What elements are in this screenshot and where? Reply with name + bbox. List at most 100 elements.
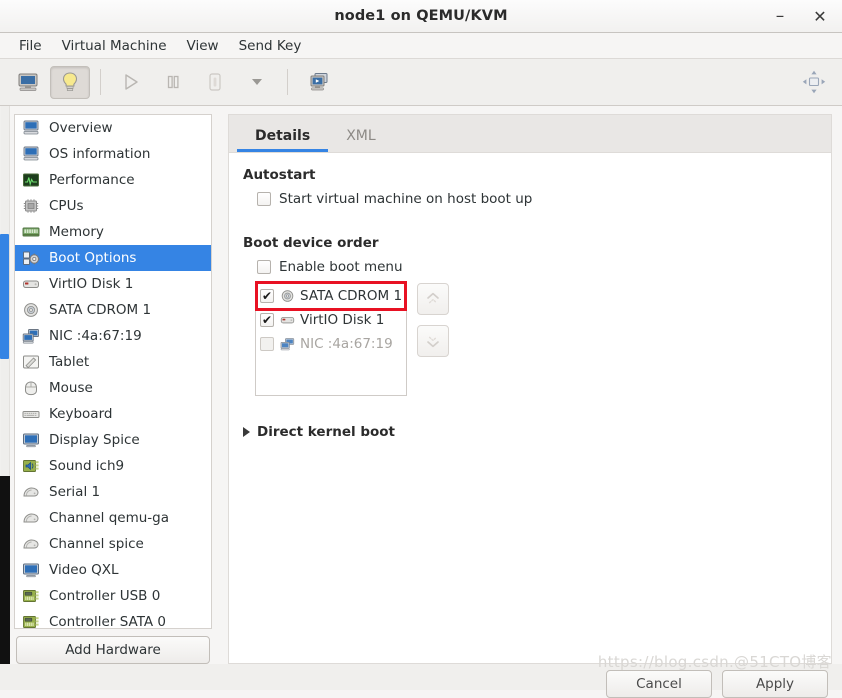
sidebar-item-video-qxl[interactable]: Video QXL xyxy=(15,557,211,583)
toolbar-separator-2 xyxy=(287,69,288,95)
sidebar-item-boot-options[interactable]: Boot Options xyxy=(15,245,211,271)
console-view-button[interactable] xyxy=(8,66,48,99)
menu-send-key[interactable]: Send Key xyxy=(230,35,311,57)
disclosure-triangle-icon[interactable] xyxy=(243,427,250,437)
cdrom-disc-icon xyxy=(279,288,295,304)
sidebar-item-memory[interactable]: Memory xyxy=(15,219,211,245)
fullscreen-expand-icon xyxy=(801,69,827,95)
boot-device-label: VirtIO Disk 1 xyxy=(300,312,385,328)
sidebar-item-label: Sound ich9 xyxy=(49,458,125,474)
minimize-button[interactable]: – xyxy=(770,6,790,26)
enable-boot-menu-row[interactable]: Enable boot menu xyxy=(257,259,817,275)
title-bar: node1 on QEMU/KVM – ✕ xyxy=(0,0,842,33)
autostart-checkbox-row[interactable]: Start virtual machine on host boot up xyxy=(257,191,817,207)
pause-icon xyxy=(164,73,182,91)
mouse-icon xyxy=(21,379,41,397)
sidebar-item-label: CPUs xyxy=(49,198,84,214)
boot-device-row[interactable]: NIC :4a:67:19 xyxy=(258,332,404,356)
network-card-icon xyxy=(279,336,295,352)
sidebar-item-tablet[interactable]: Tablet xyxy=(15,349,211,375)
move-device-up-button[interactable] xyxy=(417,283,449,315)
close-button[interactable]: ✕ xyxy=(810,6,830,26)
sidebar-item-virtio-disk-1[interactable]: VirtIO Disk 1 xyxy=(15,271,211,297)
sidebar-item-display-spice[interactable]: Display Spice xyxy=(15,427,211,453)
main-panel: Details XML Autostart Start virtual mach… xyxy=(218,106,842,664)
sidebar-item-channel-qemu-ga[interactable]: Channel qemu-ga xyxy=(15,505,211,531)
fullscreen-button[interactable] xyxy=(794,66,834,99)
tab-xml[interactable]: XML xyxy=(328,122,393,152)
move-device-down-button[interactable] xyxy=(417,325,449,357)
sidebar-item-label: Memory xyxy=(49,224,104,240)
hardware-sidebar: Overview OS information Performance CPUs Mem… xyxy=(10,106,218,664)
boot-device-list[interactable]: SATA CDROM 1 VirtIO Disk 1 NIC :4a:67:19 xyxy=(255,281,407,396)
tab-details[interactable]: Details xyxy=(237,122,329,152)
boot-device-label: NIC :4a:67:19 xyxy=(300,336,393,352)
chevron-down-double-icon xyxy=(424,332,442,350)
sidebar-item-label: Overview xyxy=(49,120,113,136)
footer-action-bar: Cancel Apply xyxy=(0,664,842,698)
sidebar-item-controller-usb-0[interactable]: Controller USB 0 xyxy=(15,583,211,609)
harddisk-icon xyxy=(21,275,41,293)
cancel-button[interactable]: Cancel xyxy=(606,670,712,698)
left-scrollbar[interactable] xyxy=(0,106,10,664)
autostart-checkbox[interactable] xyxy=(257,192,271,206)
boot-device-checkbox[interactable] xyxy=(260,289,274,303)
boot-order-arrow-column xyxy=(417,281,449,357)
harddisk-icon xyxy=(279,312,295,328)
performance-graph-icon xyxy=(21,171,41,189)
menu-virtual-machine[interactable]: Virtual Machine xyxy=(53,35,176,57)
boot-device-checkbox[interactable] xyxy=(260,337,274,351)
direct-kernel-boot-row[interactable]: Direct kernel boot xyxy=(243,424,817,440)
scrollbar-thumb[interactable] xyxy=(0,234,9,359)
enable-boot-menu-label: Enable boot menu xyxy=(279,259,403,275)
serial-port-icon xyxy=(21,509,41,527)
pause-button[interactable] xyxy=(153,66,193,99)
chevron-up-double-icon xyxy=(424,290,442,308)
boot-device-checkbox[interactable] xyxy=(260,313,274,327)
add-hardware-wrap: Add Hardware xyxy=(14,629,212,664)
enable-boot-menu-checkbox[interactable] xyxy=(257,260,271,274)
tab-strip: Details XML xyxy=(228,114,832,152)
run-button[interactable] xyxy=(111,66,151,99)
sidebar-item-keyboard[interactable]: Keyboard xyxy=(15,401,211,427)
menu-file[interactable]: File xyxy=(10,35,51,57)
apply-button[interactable]: Apply xyxy=(722,670,828,698)
menu-view[interactable]: View xyxy=(178,35,228,57)
sidebar-item-overview[interactable]: Overview xyxy=(15,115,211,141)
sidebar-item-sound-ich9[interactable]: Sound ich9 xyxy=(15,453,211,479)
sidebar-item-label: Channel spice xyxy=(49,536,144,552)
shutdown-button[interactable] xyxy=(195,66,235,99)
console-monitor-icon xyxy=(17,72,39,92)
sidebar-item-serial-1[interactable]: Serial 1 xyxy=(15,479,211,505)
lightbulb-details-icon xyxy=(60,71,80,93)
sidebar-item-channel-spice[interactable]: Channel spice xyxy=(15,531,211,557)
direct-kernel-boot-label: Direct kernel boot xyxy=(257,424,395,440)
left-dark-strip xyxy=(0,476,10,664)
sidebar-item-sata-cdrom-1[interactable]: SATA CDROM 1 xyxy=(15,297,211,323)
boot-device-label: SATA CDROM 1 xyxy=(300,288,403,304)
sidebar-item-label: OS information xyxy=(49,146,151,162)
boot-device-row[interactable]: VirtIO Disk 1 xyxy=(258,308,404,332)
sidebar-item-cpus[interactable]: CPUs xyxy=(15,193,211,219)
add-hardware-button[interactable]: Add Hardware xyxy=(16,636,210,664)
sidebar-item-controller-sata-0[interactable]: Controller SATA 0 xyxy=(15,609,211,628)
hardware-list[interactable]: Overview OS information Performance CPUs Mem… xyxy=(14,114,212,629)
display-monitor-icon xyxy=(21,561,41,579)
sidebar-item-mouse[interactable]: Mouse xyxy=(15,375,211,401)
sidebar-item-performance[interactable]: Performance xyxy=(15,167,211,193)
shutdown-menu-button[interactable] xyxy=(237,66,277,99)
network-card-icon xyxy=(21,327,41,345)
sidebar-item-label: Controller USB 0 xyxy=(49,588,161,604)
autostart-checkbox-label: Start virtual machine on host boot up xyxy=(279,191,533,207)
boot-device-row[interactable]: SATA CDROM 1 xyxy=(255,281,407,311)
snapshots-icon xyxy=(307,72,329,92)
sidebar-item-label: Mouse xyxy=(49,380,93,396)
sidebar-item-label: NIC :4a:67:19 xyxy=(49,328,142,344)
virt-manager-window: node1 on QEMU/KVM – ✕ File Virtual Machi… xyxy=(0,0,842,698)
sidebar-item-os-information[interactable]: OS information xyxy=(15,141,211,167)
details-view-button[interactable] xyxy=(50,65,90,99)
toolbar-separator-1 xyxy=(100,69,101,95)
snapshots-button[interactable] xyxy=(298,66,338,99)
sidebar-item-nic-4a-67-19[interactable]: NIC :4a:67:19 xyxy=(15,323,211,349)
